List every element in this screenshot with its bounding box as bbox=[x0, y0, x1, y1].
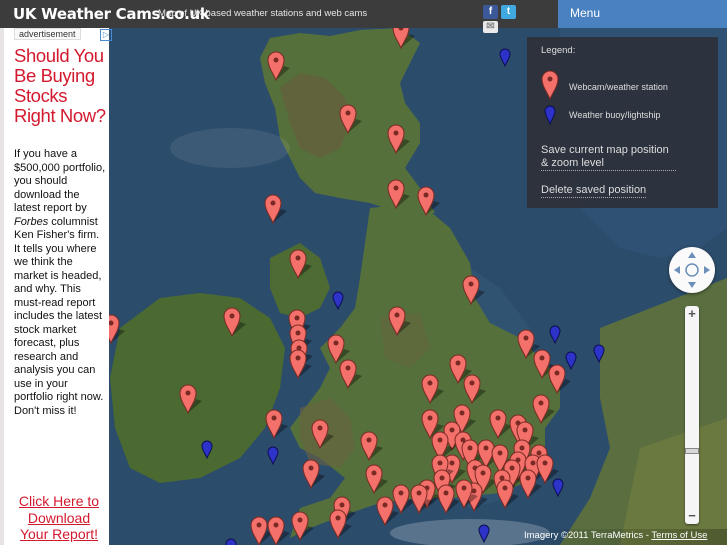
terms-of-use-link[interactable]: Terms of Use bbox=[651, 530, 707, 541]
save-position-link[interactable]: Save current map position & zoom level bbox=[541, 144, 676, 171]
twitter-icon[interactable]: t bbox=[501, 5, 516, 19]
adchoices-icon[interactable]: ▷ bbox=[100, 29, 112, 41]
buoy-marker[interactable] bbox=[225, 538, 237, 545]
ad-cta-link[interactable]: Click Here to Download Your Report! bbox=[14, 493, 104, 543]
ad-body-text-1: If you have a $500,000 portfolio, you sh… bbox=[14, 148, 106, 214]
webcam-marker-icon bbox=[541, 70, 559, 100]
zoom-slider[interactable]: + − bbox=[685, 306, 699, 524]
site-tagline: Map of UK based weather stations and web… bbox=[158, 8, 368, 19]
facebook-icon[interactable]: f bbox=[483, 5, 498, 19]
attribution-text: Imagery ©2011 TerraMetrics - bbox=[524, 530, 652, 541]
map-attribution: Imagery ©2011 TerraMetrics - Terms of Us… bbox=[524, 529, 727, 545]
email-icon[interactable]: ✉ bbox=[483, 21, 498, 33]
ad-label: advertisement bbox=[14, 28, 81, 40]
menu-button[interactable]: Menu bbox=[558, 0, 727, 28]
legend-buoy-label: Weather buoy/lightship bbox=[569, 110, 661, 120]
pan-control[interactable] bbox=[669, 247, 715, 293]
ad-body-emphasis: Forbes bbox=[14, 215, 49, 228]
delete-position-link[interactable]: Delete saved position bbox=[541, 184, 647, 198]
legend-webcam-label: Webcam/weather station bbox=[569, 82, 668, 92]
zoom-in-button[interactable]: + bbox=[685, 307, 699, 321]
zoom-slider-handle[interactable] bbox=[685, 448, 699, 454]
advertisement-panel: advertisement ▷ Should You Be Buying Sto… bbox=[0, 28, 112, 545]
ad-body: If you have a $500,000 portfolio, you sh… bbox=[14, 148, 107, 418]
legend-title: Legend: bbox=[541, 45, 576, 56]
legend-panel: Legend: Webcam/weather station Weather b… bbox=[527, 37, 718, 208]
pan-arrows-icon bbox=[674, 252, 710, 288]
ad-body-text-2: columnist Ken Fisher's firm. It tells yo… bbox=[14, 215, 104, 417]
buoy-marker-icon bbox=[544, 105, 556, 125]
header-bar: UK Weather Cams.co.uk Map of UK based we… bbox=[0, 0, 727, 33]
ad-headline[interactable]: Should You Be Buying Stocks Right Now? bbox=[14, 46, 109, 126]
zoom-out-button[interactable]: − bbox=[685, 509, 699, 523]
